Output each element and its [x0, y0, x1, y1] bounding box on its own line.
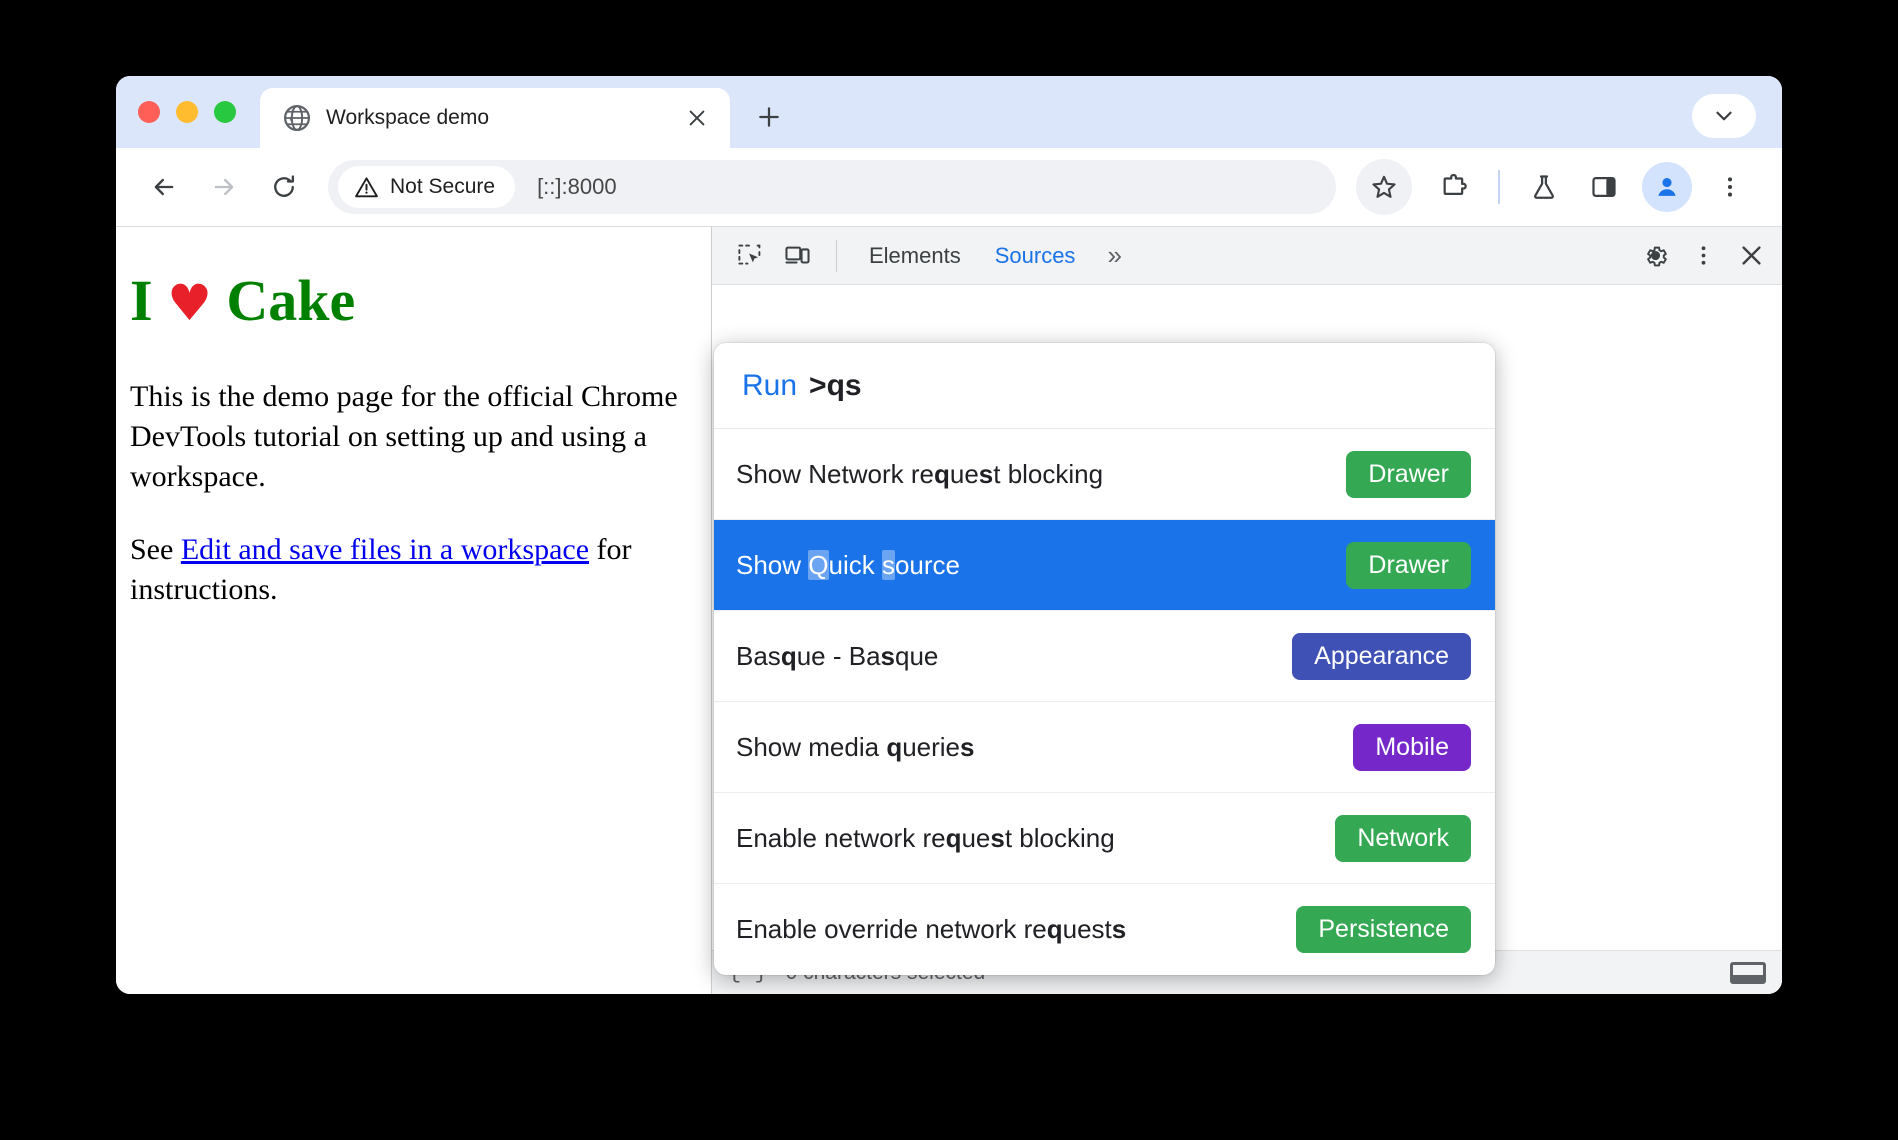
- command-item-label: Show media queries: [736, 731, 975, 762]
- chevron-down-icon[interactable]: [1692, 94, 1756, 138]
- address-bar[interactable]: Not Secure [::]:8000: [328, 160, 1336, 214]
- toolbar-divider: [1498, 170, 1500, 204]
- browser-window: Workspace demo Not Secure [::]:8000 I ♥ …: [116, 76, 1782, 994]
- command-item-category-badge: Drawer: [1346, 541, 1471, 589]
- command-menu-item[interactable]: Enable override network requests Persiste…: [714, 884, 1495, 975]
- command-menu-input[interactable]: >qs: [809, 369, 862, 403]
- bookmark-star-icon[interactable]: [1356, 159, 1412, 215]
- security-status-chip[interactable]: Not Secure: [338, 166, 516, 208]
- window-close-button[interactable]: [138, 101, 160, 123]
- tab-strip: Workspace demo: [116, 76, 1782, 148]
- command-item-label: Basque - Basque: [736, 640, 939, 671]
- command-menu-item[interactable]: Basque - Basque Appearance: [714, 611, 1495, 702]
- extensions-puzzle-icon[interactable]: [1426, 159, 1482, 215]
- arrow-forward-icon[interactable]: [196, 159, 252, 215]
- command-menu-item[interactable]: Enable network request blocking Network: [714, 793, 1495, 884]
- web-page-viewport: I ♥ Cake This is the demo page for the o…: [116, 226, 711, 994]
- devtools-panel: Elements Sources » Run >qs Show Network …: [711, 226, 1782, 994]
- profile-avatar-icon[interactable]: [1642, 162, 1692, 212]
- command-menu-item[interactable]: Show Network request blocking Drawer: [714, 429, 1495, 520]
- labs-flask-icon[interactable]: [1516, 159, 1572, 215]
- devtools-toolbar-divider: [836, 239, 837, 272]
- page-paragraph-instructions: See Edit and save files in a workspace f…: [130, 530, 685, 610]
- side-panel-icon[interactable]: [1576, 159, 1632, 215]
- command-item-category-badge: Mobile: [1353, 723, 1471, 771]
- command-item-label: Enable network request blocking: [736, 822, 1115, 853]
- heart-icon: ♥: [167, 274, 212, 332]
- command-item-label: Show Quick source: [736, 549, 961, 580]
- reload-icon[interactable]: [256, 159, 312, 215]
- workspace-doc-link[interactable]: Edit and save files in a workspace: [181, 533, 589, 566]
- tab-elements[interactable]: Elements: [853, 227, 977, 285]
- content-split: I ♥ Cake This is the demo page for the o…: [116, 226, 1782, 994]
- command-item-category-badge: Persistence: [1296, 906, 1471, 953]
- plus-icon[interactable]: [746, 94, 792, 140]
- command-item-label: Show Network request blocking: [736, 458, 1104, 489]
- command-menu-item[interactable]: Show Quick source Drawer: [714, 520, 1495, 611]
- command-menu-dialog: Run >qs Show Network request blocking Dra…: [714, 343, 1495, 975]
- command-mode-label: Run: [742, 368, 798, 402]
- sources-panel-backdrop: { } 0 characters selected Run >qs Show N…: [712, 285, 1782, 994]
- page-title: I ♥ Cake: [130, 269, 685, 333]
- page-title-prefix: I: [130, 268, 168, 333]
- inspect-element-icon[interactable]: [726, 233, 772, 279]
- command-menu-input-row[interactable]: Run >qs: [714, 343, 1495, 429]
- warning-triangle-icon: [354, 175, 379, 200]
- command-menu-list: Show Network request blocking Drawer Show …: [714, 429, 1495, 975]
- page-title-suffix: Cake: [211, 268, 356, 333]
- browser-menu-kebab-icon[interactable]: [1702, 159, 1758, 215]
- arrow-back-icon[interactable]: [136, 159, 192, 215]
- drawer-toggle-icon[interactable]: [1730, 961, 1766, 984]
- command-menu-item[interactable]: Show media queries Mobile: [714, 702, 1495, 793]
- device-toolbar-icon[interactable]: [774, 233, 820, 279]
- kebab-menu-icon[interactable]: [1680, 233, 1726, 279]
- address-bar-url[interactable]: [::]:8000: [537, 174, 617, 200]
- paragraph-text-before: See: [130, 533, 181, 567]
- close-icon[interactable]: [680, 101, 714, 135]
- window-minimize-button[interactable]: [176, 101, 198, 123]
- devtools-toolbar: Elements Sources »: [712, 227, 1782, 285]
- tab-title: Workspace demo: [326, 106, 490, 129]
- browser-tab[interactable]: Workspace demo: [260, 88, 730, 148]
- gear-icon[interactable]: [1632, 233, 1678, 279]
- browser-toolbar: Not Secure [::]:8000: [116, 148, 1782, 226]
- close-icon[interactable]: [1728, 233, 1774, 279]
- page-paragraph-intro: This is the demo page for the official C…: [130, 379, 678, 493]
- command-item-label: Enable override network requests: [736, 914, 1127, 944]
- window-traffic-lights: [138, 76, 260, 148]
- security-status-label: Not Secure: [390, 175, 496, 198]
- window-zoom-button[interactable]: [214, 101, 236, 123]
- command-item-category-badge: Network: [1335, 814, 1471, 862]
- more-tabs-icon[interactable]: »: [1093, 227, 1135, 285]
- globe-icon: [282, 103, 312, 133]
- command-item-category-badge: Appearance: [1292, 632, 1471, 680]
- tab-sources[interactable]: Sources: [979, 227, 1092, 285]
- command-item-category-badge: Drawer: [1346, 450, 1471, 498]
